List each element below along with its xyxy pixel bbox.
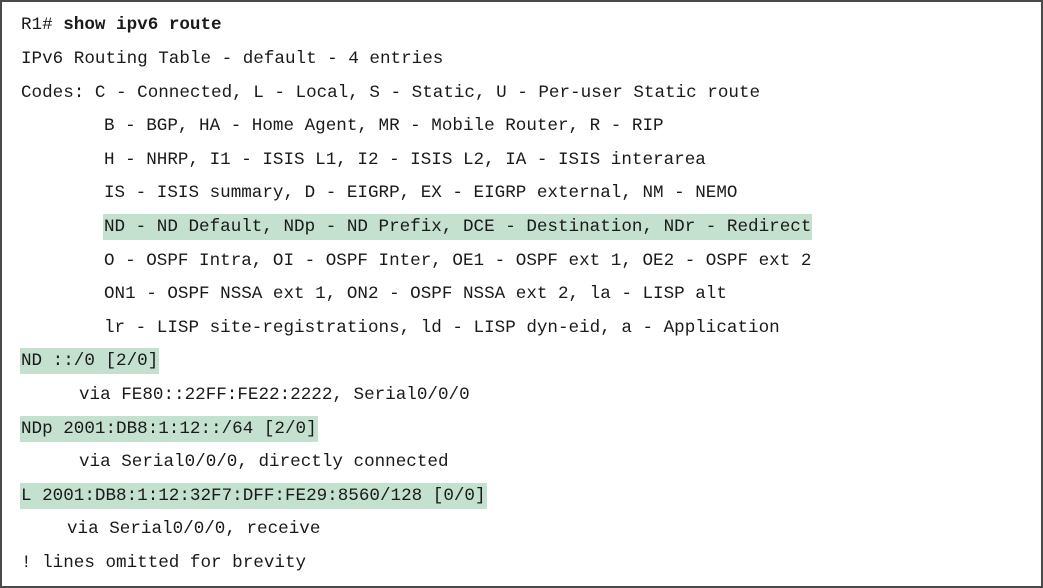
route-entry-highlighted: ND ::/0 [2/0]	[20, 346, 160, 380]
omission-comment-text: ! lines omitted for brevity	[21, 552, 307, 573]
route-via: via Serial0/0/0, directly connected	[78, 447, 450, 481]
cli-output-frame: R1# show ipv6 route IPv6 Routing Table -…	[0, 0, 1043, 588]
route-entry-highlighted: NDp 2001:DB8:1:12::/64 [2/0]	[20, 413, 318, 447]
codes-line: B - BGP, HA - Home Agent, MR - Mobile Ro…	[103, 111, 665, 145]
route-via: via Serial0/0/0, receive	[66, 514, 321, 548]
route-entry-highlighted: L 2001:DB8:1:12:32F7:DFF:FE29:8560/128 […	[20, 480, 487, 514]
codes-line: H - NHRP, I1 - ISIS L1, I2 - ISIS L2, IA…	[103, 144, 707, 178]
codes-line-text: O - OSPF Intra, OI - OSPF Inter, OE1 - O…	[104, 250, 812, 271]
command-line: R1# show ipv6 route	[20, 10, 223, 44]
route-entry-text: NDp 2001:DB8:1:12::/64 [2/0]	[20, 415, 318, 442]
codes-line-text: ND - ND Default, NDp - ND Prefix, DCE - …	[103, 213, 813, 240]
route-via-text: via Serial0/0/0, receive	[67, 519, 321, 540]
codes-line: Codes: C - Connected, L - Local, S - Sta…	[20, 77, 761, 111]
codes-line-highlighted: ND - ND Default, NDp - ND Prefix, DCE - …	[103, 212, 813, 246]
route-via-text: via Serial0/0/0, directly connected	[79, 452, 449, 473]
routing-table-header: IPv6 Routing Table - default - 4 entries	[20, 44, 444, 78]
cli-command: show ipv6 route	[63, 15, 222, 36]
codes-line: O - OSPF Intra, OI - OSPF Inter, OE1 - O…	[103, 245, 812, 279]
codes-line-text: ON1 - OSPF NSSA ext 1, ON2 - OSPF NSSA e…	[104, 284, 727, 305]
codes-line-text: B - BGP, HA - Home Agent, MR - Mobile Ro…	[104, 116, 664, 137]
codes-line: ON1 - OSPF NSSA ext 1, ON2 - OSPF NSSA e…	[103, 279, 728, 313]
codes-line-text: lr - LISP site-registrations, ld - LISP …	[104, 317, 780, 338]
cli-output: R1# show ipv6 route IPv6 Routing Table -…	[2, 10, 1041, 586]
codes-line: lr - LISP site-registrations, ld - LISP …	[103, 312, 781, 346]
codes-line-text: Codes: C - Connected, L - Local, S - Sta…	[21, 82, 761, 103]
cli-prompt: R1#	[21, 15, 64, 36]
route-via: via FE80::22FF:FE22:2222, Serial0/0/0	[78, 380, 471, 414]
route-entry-text: ND ::/0 [2/0]	[20, 348, 160, 375]
route-via-text: via FE80::22FF:FE22:2222, Serial0/0/0	[79, 384, 470, 405]
codes-line-text: IS - ISIS summary, D - EIGRP, EX - EIGRP…	[104, 183, 738, 204]
codes-line: IS - ISIS summary, D - EIGRP, EX - EIGRP…	[103, 178, 738, 212]
omission-comment: ! lines omitted for brevity	[20, 548, 307, 582]
route-entry-text: L 2001:DB8:1:12:32F7:DFF:FE29:8560/128 […	[20, 482, 487, 509]
codes-line-text: H - NHRP, I1 - ISIS L1, I2 - ISIS L2, IA…	[104, 149, 706, 170]
routing-table-header-text: IPv6 Routing Table - default - 4 entries	[21, 48, 444, 69]
